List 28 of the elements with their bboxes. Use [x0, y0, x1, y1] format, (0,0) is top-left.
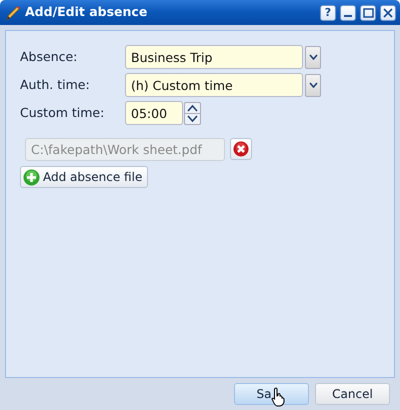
- spinner-control[interactable]: [184, 102, 201, 124]
- dropdown-button[interactable]: [305, 46, 321, 68]
- delete-button[interactable]: [230, 138, 252, 160]
- field-label: Custom time:: [20, 104, 106, 122]
- plus-icon: [23, 168, 40, 186]
- dropdown-field[interactable]: Business Trip: [125, 45, 303, 69]
- delete-icon: [233, 141, 249, 157]
- minimize-button[interactable]: [340, 4, 356, 20]
- pencil-icon: [5, 4, 21, 20]
- add-file-button[interactable]: Add absence file: [20, 166, 148, 188]
- close-button[interactable]: [380, 4, 396, 20]
- maximize-icon: [362, 8, 374, 18]
- up-down-arrows-icon: [185, 102, 200, 124]
- minimize-icon: [344, 14, 352, 16]
- cancel-button[interactable]: Cancel: [315, 383, 390, 405]
- time-field[interactable]: 05:00: [125, 101, 183, 125]
- window-title: Add/Edit absence: [25, 3, 148, 22]
- field-label: Absence:: [20, 48, 78, 66]
- help-button[interactable]: ?: [320, 4, 336, 20]
- field-label: Auth. time:: [20, 76, 91, 94]
- maximize-button[interactable]: [360, 4, 376, 20]
- file-field: C:\fakepath\Work sheet.pdf: [25, 138, 225, 160]
- dropdown-field[interactable]: (h) Custom time: [125, 73, 303, 97]
- caret-icon: [308, 54, 318, 60]
- dropdown-button[interactable]: [305, 74, 321, 96]
- save-button[interactable]: Sa: [234, 383, 309, 405]
- caret-icon: [308, 82, 318, 88]
- close-icon: [383, 8, 393, 18]
